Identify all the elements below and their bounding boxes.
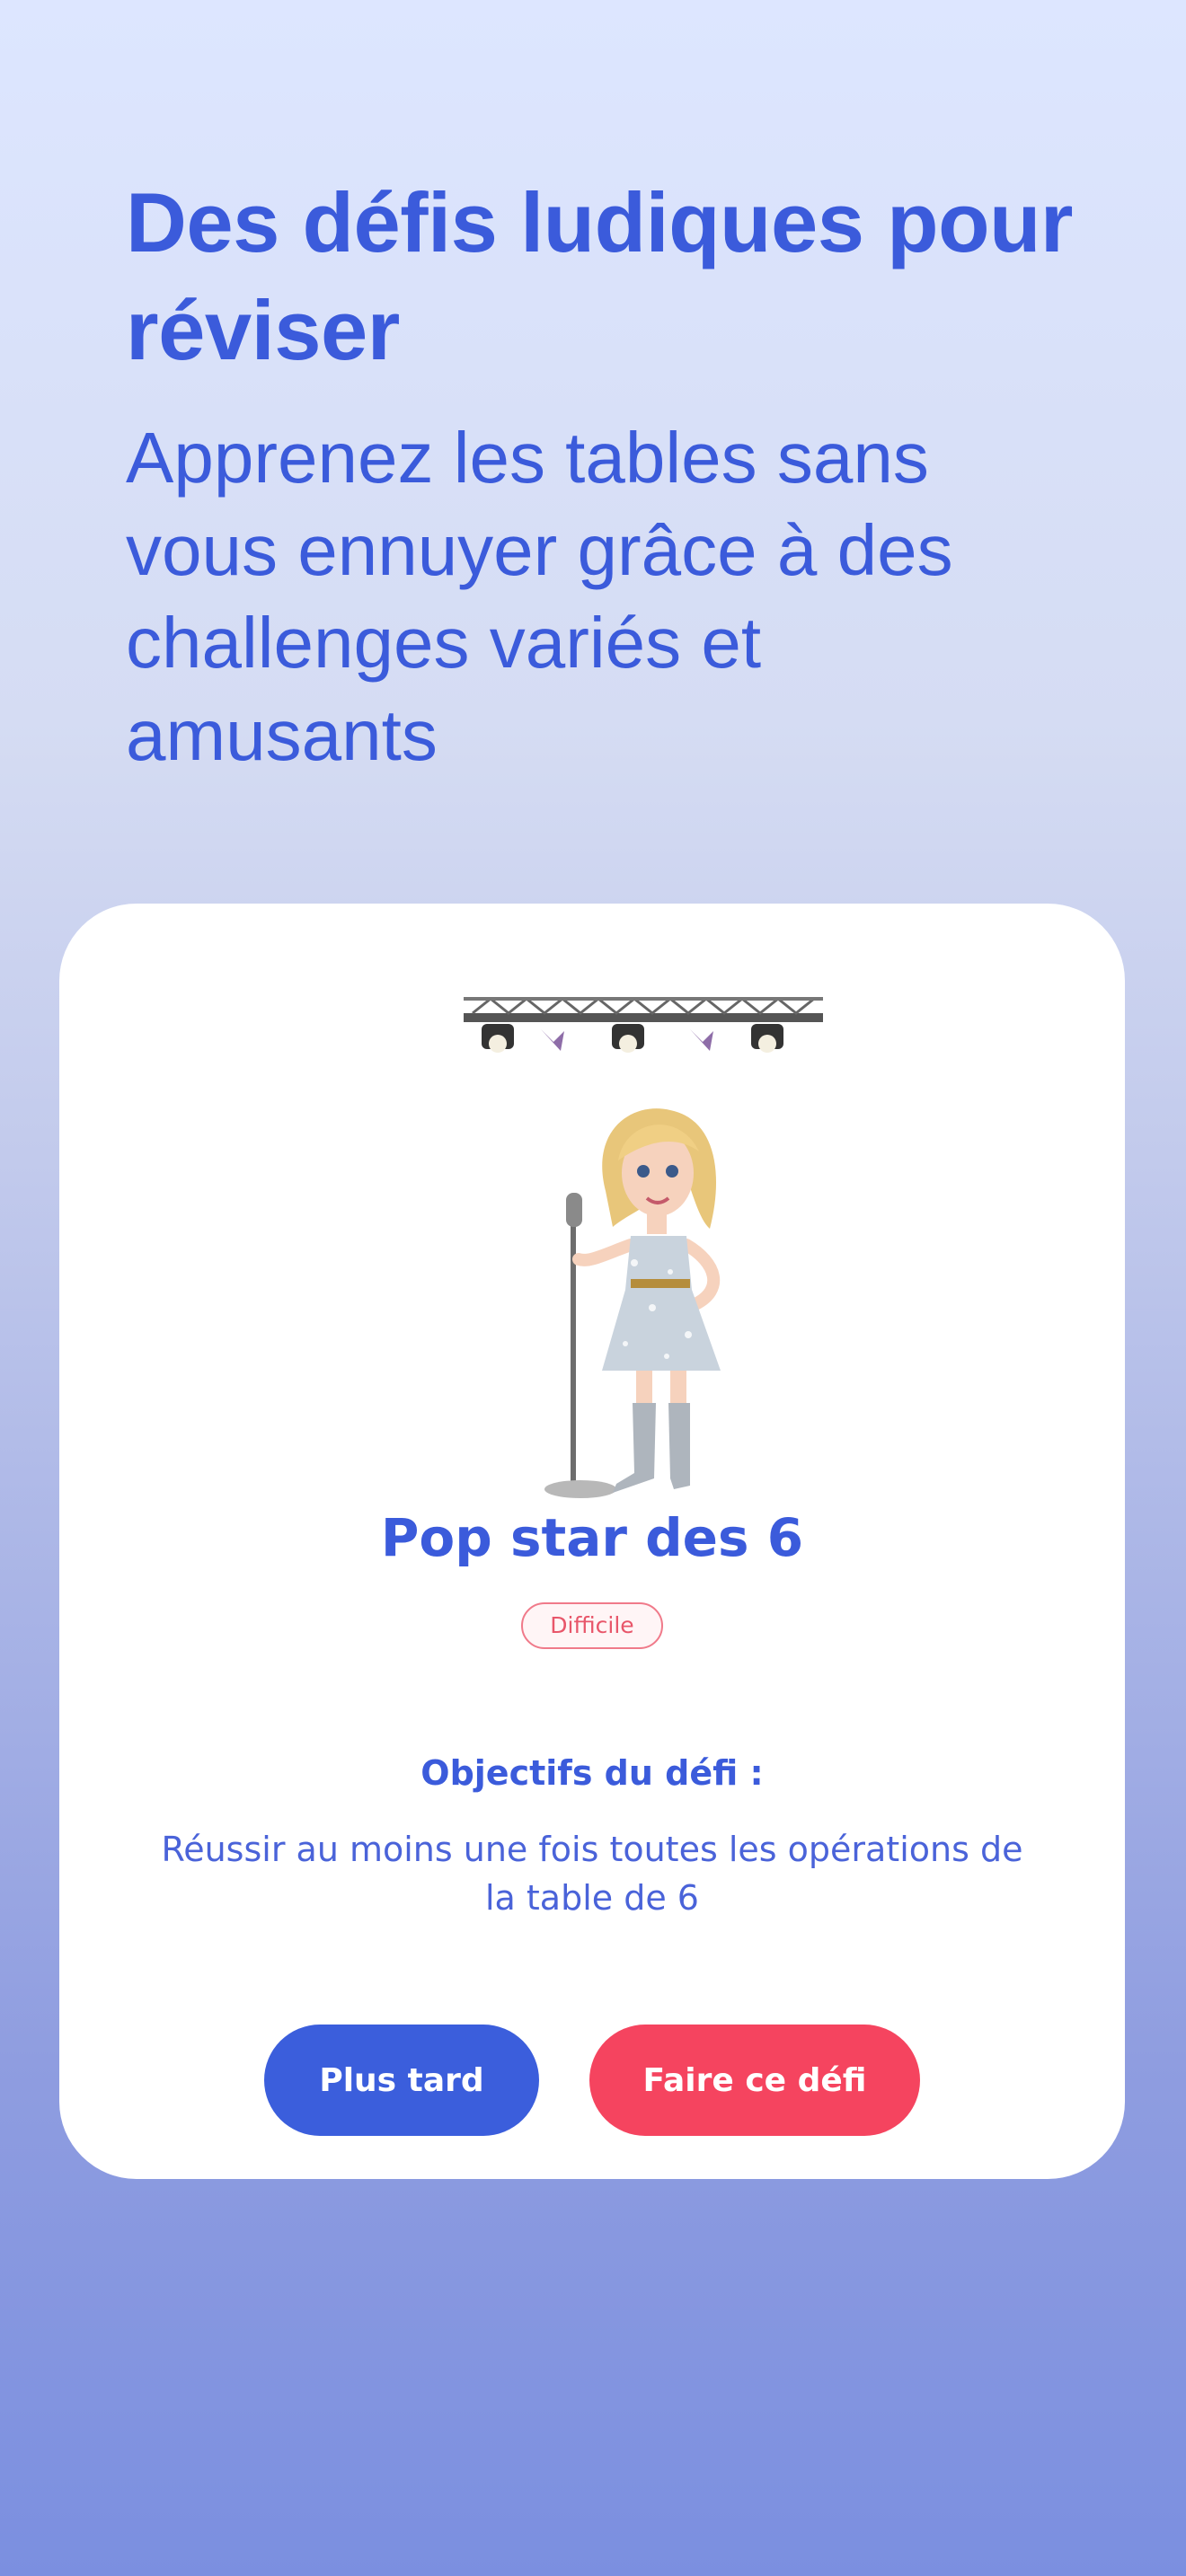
microphone-stand-icon	[544, 1193, 616, 1498]
difficulty-badge-container: Difficile	[59, 1602, 1125, 1649]
page-subtitle: Apprenez les tables sans vous ennuyer gr…	[126, 418, 953, 775]
challenge-card: Pop star des 6 Difficile Objectifs du dé…	[59, 904, 1125, 2179]
later-button[interactable]: Plus tard	[264, 2025, 539, 2136]
challenge-title: Pop star des 6	[380, 1507, 804, 1568]
objectives-description: Réussir au moins une fois toutes les opé…	[161, 1830, 1023, 1918]
objectives-heading: Objectifs du défi :	[420, 1753, 764, 1793]
difficulty-badge: Difficile	[521, 1602, 663, 1649]
page-title: Des défis ludiques pour réviser	[126, 175, 1074, 377]
start-challenge-button[interactable]: Faire ce défi	[589, 2025, 920, 2136]
onboarding-header: Des défis ludiques pour réviser Apprenez…	[126, 169, 1078, 781]
pop-star-illustration	[464, 997, 823, 1498]
stage-lights-icon	[464, 997, 823, 1053]
